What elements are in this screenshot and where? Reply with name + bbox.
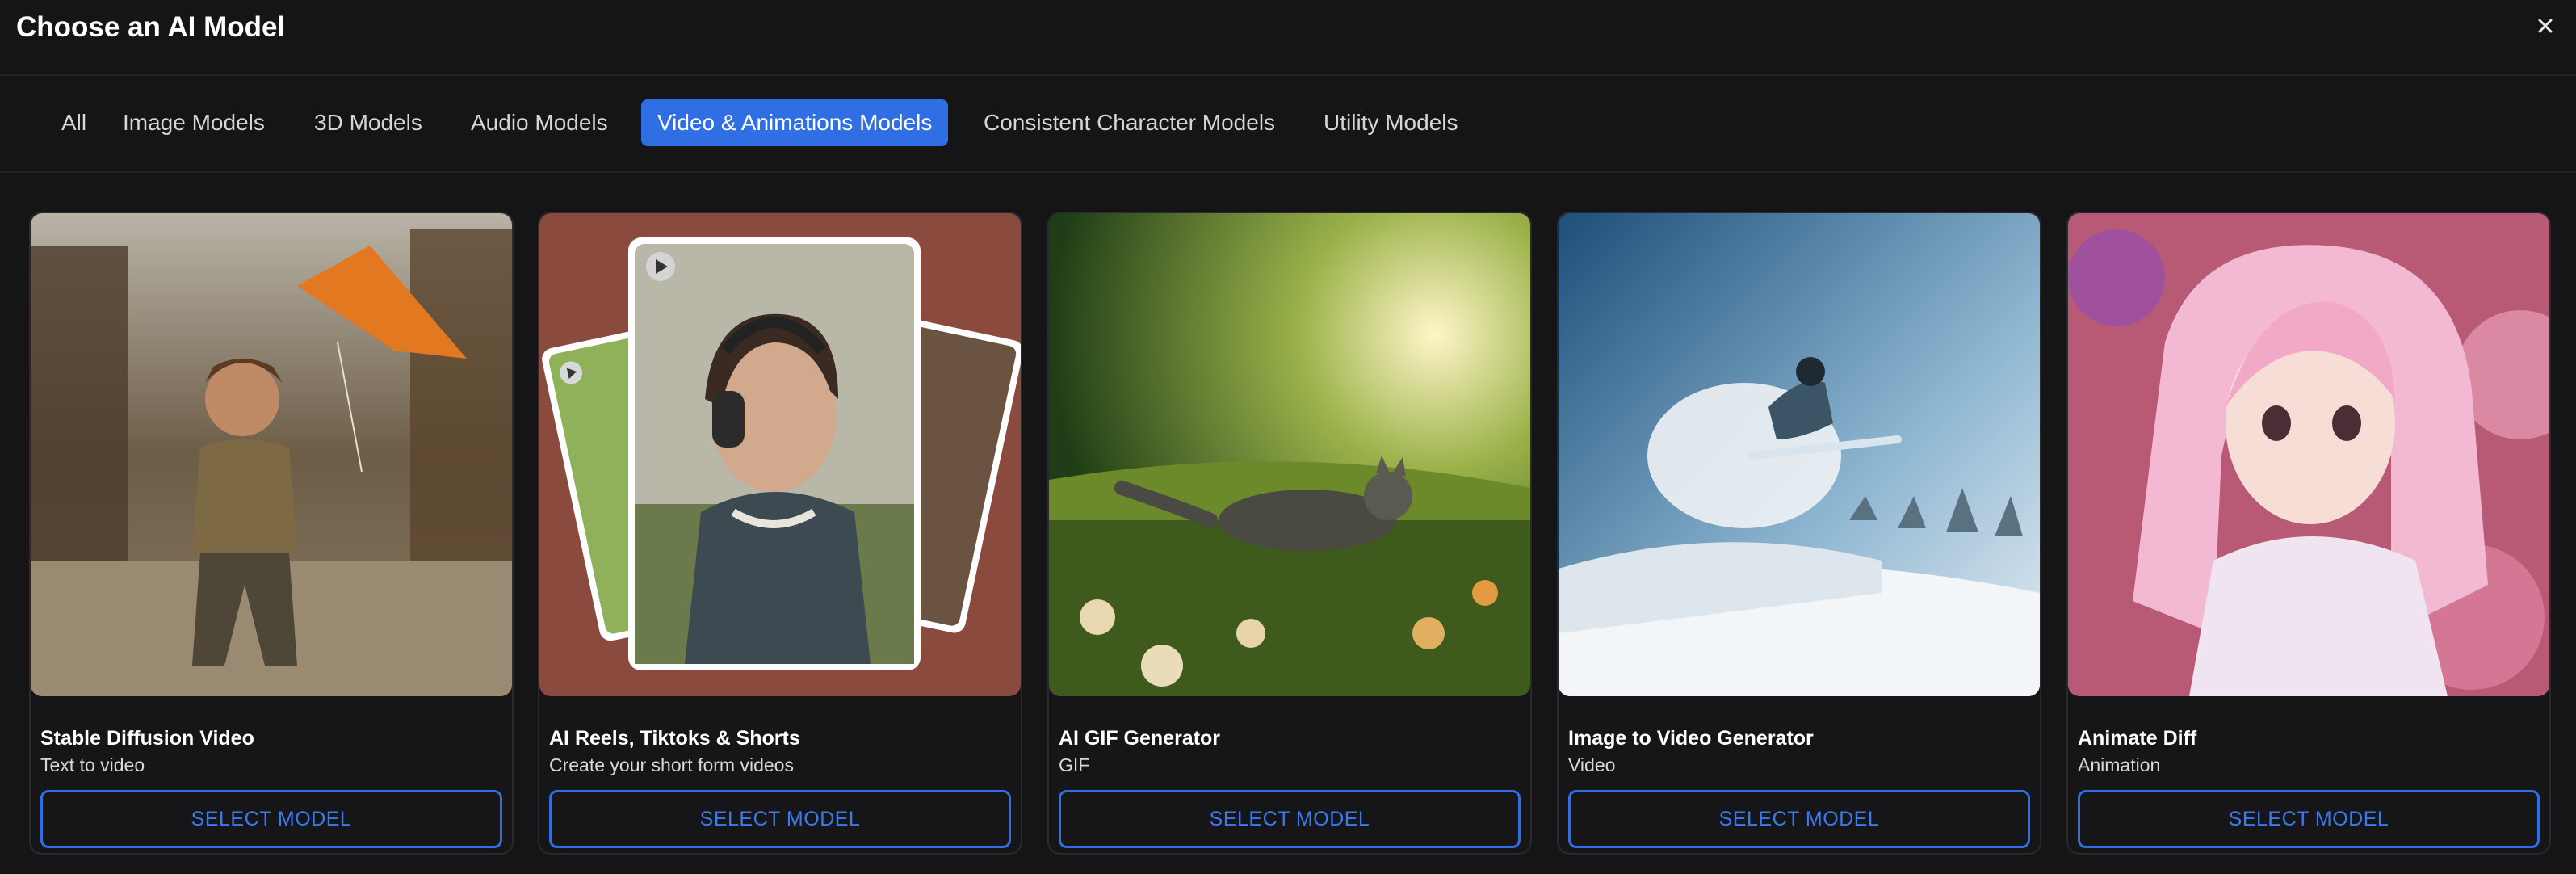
model-title: AI Reels, Tiktoks & Shorts xyxy=(549,727,800,750)
model-subtitle: Create your short form videos xyxy=(549,754,794,775)
dialog-title: Choose an AI Model xyxy=(16,11,286,43)
tab-consistent-character-models[interactable]: Consistent Character Models xyxy=(967,99,1291,146)
model-category-tabs: All Image Models 3D Models Audio Models … xyxy=(0,78,2576,173)
select-model-button[interactable]: SELECT MODEL xyxy=(2078,790,2540,848)
model-thumbnail xyxy=(539,213,1021,696)
model-subtitle: Animation xyxy=(2078,754,2161,775)
model-title: AI GIF Generator xyxy=(1059,727,1221,750)
model-title: Stable Diffusion Video xyxy=(40,727,254,750)
tab-image-models[interactable]: Image Models xyxy=(107,99,281,146)
close-button[interactable] xyxy=(2532,13,2558,39)
model-card-image-to-video-generator[interactable]: Image to Video Generator Video SELECT MO… xyxy=(1557,212,2041,855)
model-thumbnail xyxy=(31,213,512,696)
model-title: Image to Video Generator xyxy=(1568,727,1814,750)
model-card-ai-reels[interactable]: AI Reels, Tiktoks & Shorts Create your s… xyxy=(538,212,1022,855)
model-card-ai-gif-generator[interactable]: AI GIF Generator GIF SELECT MODEL xyxy=(1047,212,1532,855)
close-icon xyxy=(2538,19,2553,33)
model-subtitle: Text to video xyxy=(40,754,145,775)
tab-all[interactable]: All xyxy=(45,99,103,146)
model-thumbnail xyxy=(1559,213,2040,696)
model-thumbnail xyxy=(2068,213,2549,696)
model-title: Animate Diff xyxy=(2078,727,2197,750)
tab-audio-models[interactable]: Audio Models xyxy=(455,99,624,146)
model-subtitle: GIF xyxy=(1059,754,1090,775)
model-thumbnail xyxy=(1049,213,1530,696)
dialog-header: Choose an AI Model xyxy=(0,0,2576,76)
select-model-button[interactable]: SELECT MODEL xyxy=(40,790,502,848)
model-card-stable-diffusion-video[interactable]: Stable Diffusion Video Text to video SEL… xyxy=(29,212,514,855)
tab-utility-models[interactable]: Utility Models xyxy=(1307,99,1474,146)
model-subtitle: Video xyxy=(1568,754,1616,775)
tab-3d-models[interactable]: 3D Models xyxy=(298,99,438,146)
select-model-button[interactable]: SELECT MODEL xyxy=(549,790,1011,848)
select-model-button[interactable]: SELECT MODEL xyxy=(1059,790,1521,848)
tab-video-animations-models[interactable]: Video & Animations Models xyxy=(641,99,949,146)
select-model-button[interactable]: SELECT MODEL xyxy=(1568,790,2030,848)
model-card-animate-diff[interactable]: Animate Diff Animation SELECT MODEL xyxy=(2066,212,2551,855)
